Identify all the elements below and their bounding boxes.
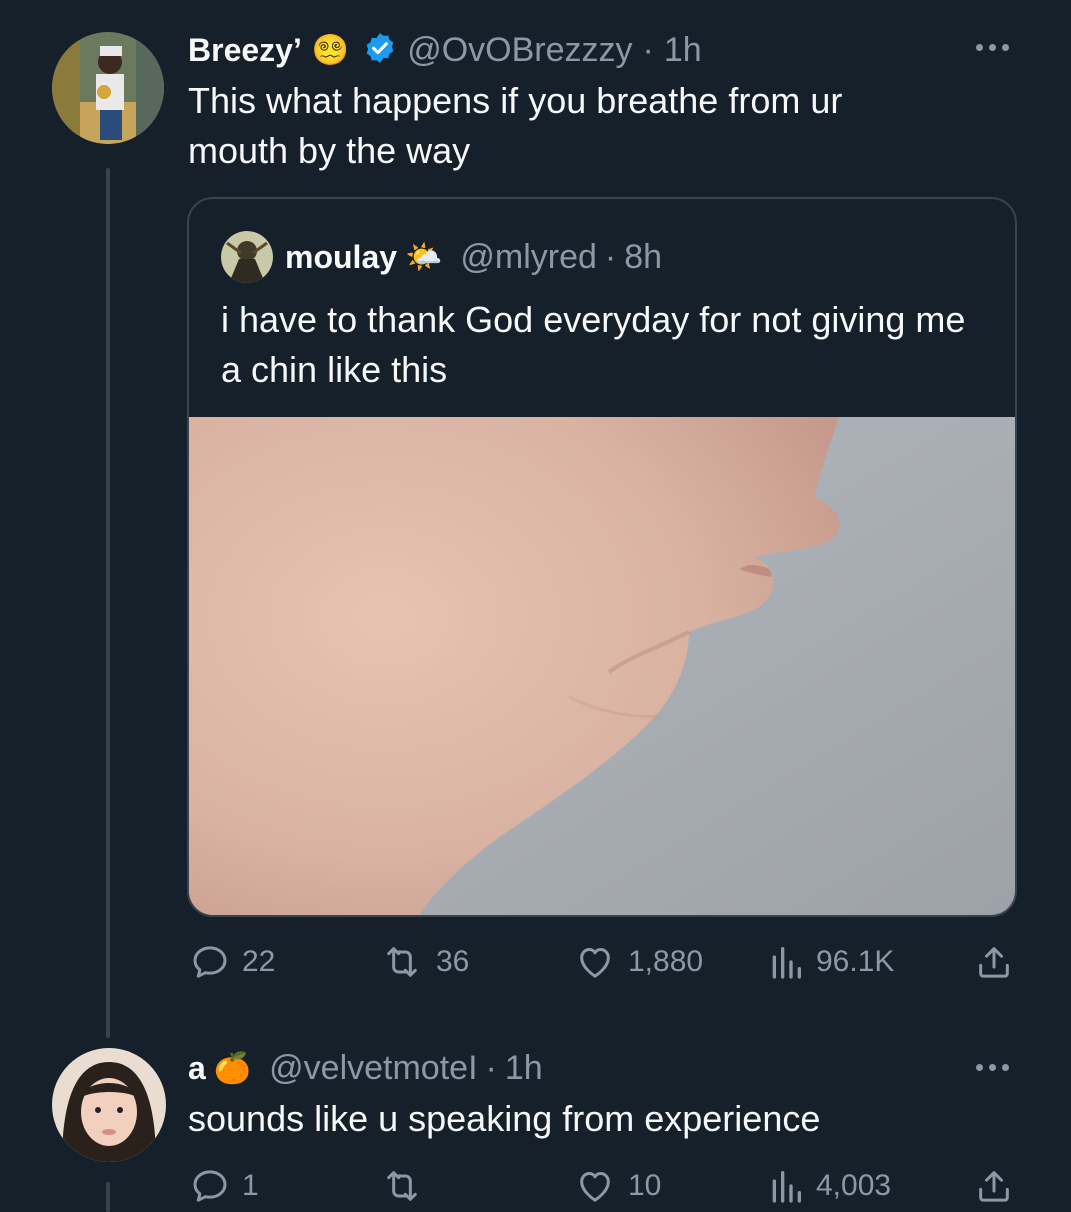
- view-count: 96.1K: [816, 945, 895, 978]
- repost-icon: [387, 1171, 417, 1201]
- quoted-author-name[interactable]: moulay: [285, 239, 397, 276]
- verified-badge-icon: [363, 31, 397, 70]
- heart-icon: [580, 1172, 610, 1202]
- quoted-tweet-time: 8h: [624, 237, 663, 276]
- author-handle[interactable]: @OvOBrezzzy: [407, 31, 632, 70]
- thread-line: [106, 168, 110, 1038]
- reply-like-button[interactable]: 10: [574, 1166, 661, 1206]
- share-icon: [979, 1171, 1009, 1202]
- reply-views-button[interactable]: 4,003: [768, 1166, 891, 1206]
- reply-author-handle[interactable]: @velvetmoteI: [269, 1049, 477, 1088]
- author-name[interactable]: Breezy’: [188, 32, 302, 69]
- like-button[interactable]: 1,880: [574, 942, 703, 982]
- tweet-text: This what happens if you breathe from ur…: [188, 80, 843, 171]
- quoted-tweet-text: i have to thank God everyday for not giv…: [221, 299, 966, 390]
- quoted-author-emoji: 🌤️: [405, 240, 443, 274]
- views-button[interactable]: 96.1K: [768, 942, 894, 982]
- share-button[interactable]: [974, 942, 1014, 982]
- heart-icon: [580, 948, 610, 978]
- views-chart-icon: [772, 947, 801, 979]
- reply-like-count: 10: [628, 1169, 662, 1202]
- reply-icon: [193, 1170, 227, 1202]
- thread-line-continuation: [106, 1182, 110, 1212]
- more-dot-icon: [976, 44, 983, 51]
- quoted-author-handle[interactable]: @mlyred: [460, 238, 597, 277]
- quoted-tweet-image[interactable]: [189, 417, 1015, 915]
- quoted-meta-separator: ·: [604, 237, 617, 276]
- more-dot-icon: [976, 1064, 983, 1071]
- like-count: 1,880: [628, 945, 704, 978]
- author-name-emoji: 😵‍💫: [311, 33, 350, 67]
- more-dot-icon: [1002, 1064, 1009, 1071]
- reply-more-options-button[interactable]: [976, 1064, 1009, 1071]
- reply-icon: [193, 946, 227, 978]
- tweet-time[interactable]: 1h: [664, 31, 702, 70]
- repost-icon: [387, 947, 417, 977]
- reply-meta-separator: ·: [485, 1048, 497, 1087]
- reply-view-count: 4,003: [816, 1169, 892, 1202]
- reply-author-avatar[interactable]: [52, 1048, 166, 1162]
- more-dot-icon: [989, 44, 996, 51]
- more-dot-icon: [1002, 44, 1009, 51]
- reply-reply-count: 1: [242, 1169, 259, 1202]
- more-options-button[interactable]: [976, 44, 1009, 51]
- moulay-avatar[interactable]: [221, 231, 273, 283]
- meta-separator: ·: [642, 30, 654, 69]
- repost-count: 36: [436, 945, 470, 978]
- repost-button[interactable]: 36: [380, 942, 469, 982]
- breezy-avatar[interactable]: [52, 32, 164, 144]
- share-icon: [979, 947, 1009, 978]
- reply-button[interactable]: 22: [190, 942, 275, 982]
- reply-count: 22: [242, 945, 276, 978]
- reply-repost-button[interactable]: [380, 1166, 436, 1206]
- reply-reply-button[interactable]: 1: [190, 1166, 259, 1206]
- quoted-tweet-card[interactable]: moulay 🌤️ @mlyred · 8h i have to thank G…: [187, 197, 1017, 917]
- reply-author-emoji: 🍊: [213, 1051, 252, 1085]
- reply-author-name[interactable]: a: [188, 1050, 206, 1087]
- views-chart-icon: [772, 1171, 801, 1203]
- more-dot-icon: [989, 1064, 996, 1071]
- reply-text: sounds like u speaking from experience: [188, 1098, 821, 1139]
- reply-time[interactable]: 1h: [505, 1049, 543, 1088]
- reply-share-button[interactable]: [974, 1166, 1014, 1206]
